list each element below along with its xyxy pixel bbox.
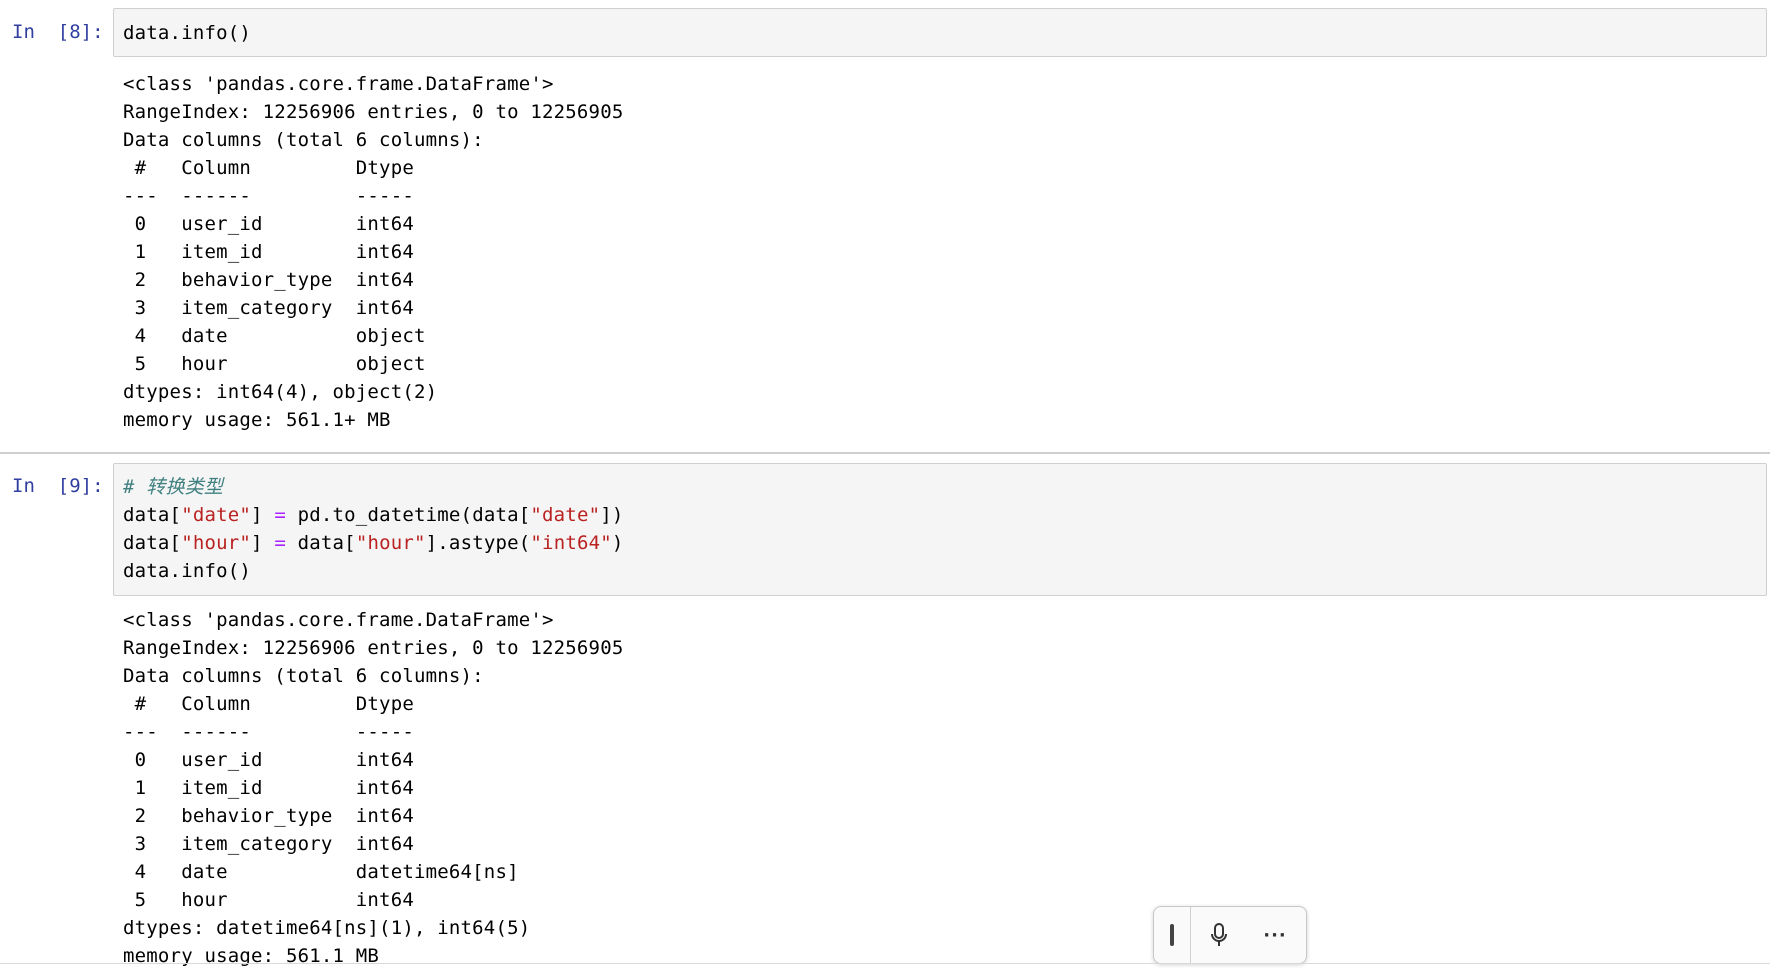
code-line: data["hour"] = data["hour"].astype("int6… xyxy=(114,529,1766,557)
code-token: data.info() xyxy=(123,560,252,582)
code-token: ] xyxy=(251,504,275,526)
code-token-comment: # 转换类型 xyxy=(123,476,224,498)
code-token: data[ xyxy=(123,504,182,526)
code-token: ] xyxy=(251,532,275,554)
code-token: data.info() xyxy=(123,22,252,44)
output-line: 4 date datetime64[ns] xyxy=(123,861,519,883)
output-line: <class 'pandas.core.frame.DataFrame'> xyxy=(123,609,554,631)
output-line: RangeIndex: 12256906 entries, 0 to 12256… xyxy=(123,101,624,123)
output-line: RangeIndex: 12256906 entries, 0 to 12256… xyxy=(123,637,624,659)
code-token-string: "int64" xyxy=(530,532,612,554)
output-line: memory usage: 561.1 MB xyxy=(123,945,380,967)
code-line: data.info() xyxy=(114,557,1766,585)
cell-prompt: In [8]: xyxy=(12,21,104,43)
output-line: 3 item_category int64 xyxy=(123,833,519,855)
code-token-string: "hour" xyxy=(181,532,252,554)
code-token: pd.to_datetime(data[ xyxy=(285,504,531,526)
code-line: data["date"] = pd.to_datetime(data["date… xyxy=(114,501,1766,529)
more-options-icon[interactable]: ··· xyxy=(1247,907,1303,963)
code-token: ].astype( xyxy=(425,532,531,554)
cell-output: <class 'pandas.core.frame.DataFrame'> Ran… xyxy=(123,70,623,434)
output-line: 5 hour object xyxy=(123,353,426,375)
output-line: 3 item_category int64 xyxy=(123,297,426,319)
output-line: memory usage: 561.1+ MB xyxy=(123,409,391,431)
page-bottom-border xyxy=(0,963,1770,964)
code-input[interactable]: data.info() xyxy=(113,8,1767,57)
code-token: data[ xyxy=(123,532,182,554)
output-line: 1 item_id int64 xyxy=(123,777,519,799)
output-line: --- ------ ----- xyxy=(123,185,426,207)
code-token-op: = xyxy=(274,504,286,526)
code-input[interactable]: # 转换类型 data["date"] = pd.to_datetime(data… xyxy=(113,463,1767,596)
output-line: # Column Dtype xyxy=(123,693,519,715)
code-token-string: "date" xyxy=(530,504,601,526)
output-line: 1 item_id int64 xyxy=(123,241,426,263)
output-line: Data columns (total 6 columns): xyxy=(123,665,484,687)
code-token-string: "hour" xyxy=(355,532,426,554)
code-line: # 转换类型 xyxy=(114,473,1766,501)
output-line: 5 hour int64 xyxy=(123,889,519,911)
output-line: --- ------ ----- xyxy=(123,721,519,743)
output-line: 4 date object xyxy=(123,325,426,347)
output-line: <class 'pandas.core.frame.DataFrame'> xyxy=(123,73,554,95)
cell-prompt: In [9]: xyxy=(12,475,104,497)
drag-handle-icon[interactable] xyxy=(1154,907,1191,963)
output-line: 2 behavior_type int64 xyxy=(123,269,426,291)
code-token: data[ xyxy=(285,532,356,554)
output-line: dtypes: datetime64[ns](1), int64(5) xyxy=(123,917,531,939)
code-token-string: "date" xyxy=(181,504,252,526)
output-line: 2 behavior_type int64 xyxy=(123,805,519,827)
output-line: 0 user_id int64 xyxy=(123,213,426,235)
code-token-op: = xyxy=(274,532,286,554)
floating-toolbar: ··· xyxy=(1153,906,1307,964)
output-line: # Column Dtype xyxy=(123,157,426,179)
cell-output: <class 'pandas.core.frame.DataFrame'> Ran… xyxy=(123,606,623,970)
code-token: ) xyxy=(611,532,624,554)
output-line: dtypes: int64(4), object(2) xyxy=(123,381,438,403)
cell-divider xyxy=(0,452,1770,454)
output-line: 0 user_id int64 xyxy=(123,749,519,771)
code-line: data.info() xyxy=(114,19,1766,47)
microphone-icon[interactable] xyxy=(1191,907,1247,963)
code-token: ]) xyxy=(600,504,624,526)
output-line: Data columns (total 6 columns): xyxy=(123,129,484,151)
